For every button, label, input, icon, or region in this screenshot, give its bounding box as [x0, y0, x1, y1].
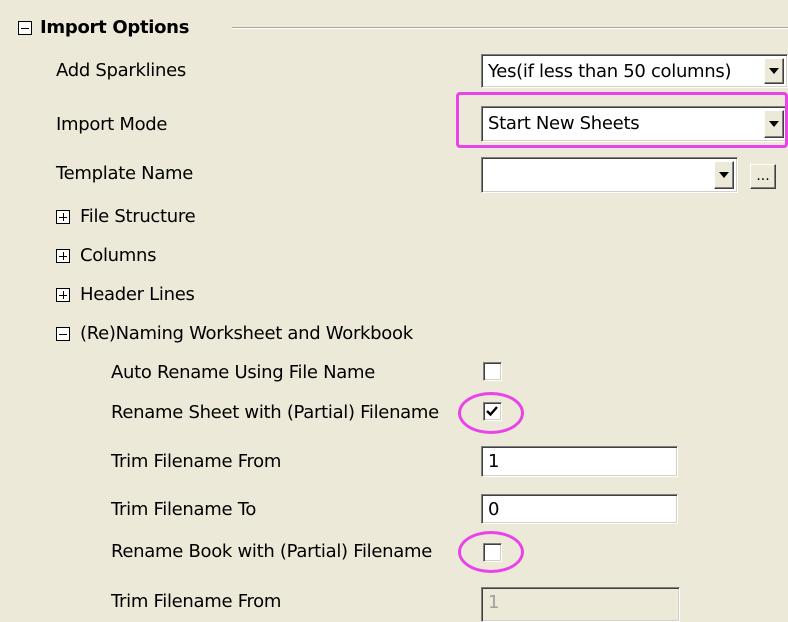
trim-to-field[interactable]: 0 — [481, 494, 678, 524]
group-columns[interactable]: Columns — [80, 245, 157, 267]
expand-icon[interactable] — [56, 249, 70, 263]
chevron-down-icon — [769, 68, 779, 74]
template-name-combo[interactable] — [481, 157, 738, 193]
add-sparklines-dropdown-button[interactable] — [764, 58, 784, 84]
template-name-label: Template Name — [56, 163, 194, 184]
trim-from-value: 1 — [488, 451, 500, 472]
template-browse-button[interactable]: ... — [750, 164, 776, 189]
book-trim-from-field: 1 — [481, 587, 680, 622]
auto-rename-label: Auto Rename Using File Name — [111, 362, 376, 383]
group-renaming[interactable]: (Re)Naming Worksheet and Workbook — [80, 323, 413, 345]
trim-from-label: Trim Filename From — [111, 451, 282, 472]
group-header-lines[interactable]: Header Lines — [80, 284, 195, 306]
auto-rename-checkbox[interactable] — [483, 362, 502, 381]
expand-icon[interactable] — [56, 210, 70, 224]
import-mode-highlight — [456, 92, 788, 148]
collapse-icon[interactable] — [56, 327, 70, 341]
section-divider — [232, 27, 788, 29]
import-mode-label: Import Mode — [56, 114, 168, 135]
add-sparklines-label: Add Sparklines — [56, 60, 186, 81]
group-file-structure[interactable]: File Structure — [80, 206, 196, 228]
add-sparklines-combo[interactable]: Yes(if less than 50 columns) — [481, 54, 788, 88]
section-title: Import Options — [40, 17, 190, 38]
template-name-dropdown-button[interactable] — [714, 161, 734, 189]
chevron-down-icon — [719, 172, 729, 178]
collapse-icon[interactable] — [18, 21, 32, 35]
book-trim-from-value: 1 — [488, 592, 500, 613]
trim-to-label: Trim Filename To — [111, 499, 257, 520]
trim-from-field[interactable]: 1 — [481, 446, 678, 477]
rename-sheet-label: Rename Sheet with (Partial) Filename — [111, 402, 439, 423]
trim-to-value: 0 — [488, 499, 500, 520]
expand-icon[interactable] — [56, 288, 70, 302]
add-sparklines-value: Yes(if less than 50 columns) — [488, 61, 732, 82]
book-trim-from-label: Trim Filename From — [111, 591, 282, 612]
rename-book-highlight — [458, 531, 524, 573]
rename-sheet-highlight — [458, 392, 524, 434]
rename-book-label: Rename Book with (Partial) Filename — [111, 541, 432, 562]
